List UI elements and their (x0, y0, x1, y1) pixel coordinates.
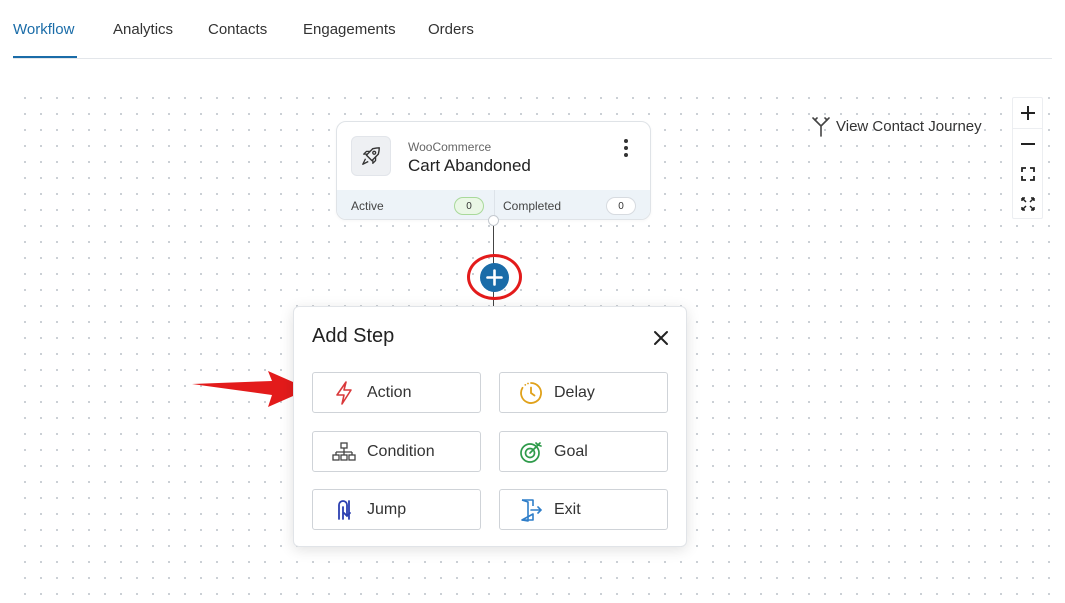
rocket-icon (362, 147, 380, 165)
tab-engagements[interactable]: Engagements (303, 21, 396, 38)
step-option-condition[interactable]: Condition (312, 431, 481, 472)
step-option-label: Exit (554, 501, 581, 518)
popup-title: Add Step (312, 325, 395, 347)
view-contact-journey-label: View Contact Journey (836, 117, 982, 135)
tab-analytics[interactable]: Analytics (113, 21, 173, 38)
journey-branch-icon (812, 117, 830, 137)
trigger-card[interactable]: WooCommerce Cart Abandoned Active 0 Comp… (336, 121, 651, 220)
expand-icon (1020, 197, 1035, 211)
step-option-label: Jump (367, 501, 407, 518)
step-option-delay[interactable]: Delay (499, 372, 668, 413)
step-option-action[interactable]: Action (312, 372, 481, 413)
zoom-controls (1012, 97, 1043, 219)
trigger-title: Cart Abandoned (408, 156, 531, 175)
step-option-label: Condition (367, 443, 435, 460)
step-option-label: Delay (554, 384, 595, 401)
plus-icon (1020, 106, 1035, 120)
annotation-arrow-icon (192, 371, 309, 407)
add-step-popup: Add Step Action Delay Condition Goal Jum… (293, 306, 687, 547)
completed-label: Completed (503, 199, 562, 213)
connector-handle[interactable] (488, 215, 499, 226)
view-contact-journey-link[interactable]: View Contact Journey (812, 115, 982, 137)
step-option-goal[interactable]: Goal (499, 431, 668, 472)
clock-icon (519, 381, 543, 405)
trigger-icon-box (351, 136, 391, 176)
jump-icon (332, 498, 356, 522)
tab-bar: Workflow Analytics Contacts Engagements … (13, 0, 1052, 59)
tab-orders[interactable]: Orders (428, 21, 474, 38)
step-option-exit[interactable]: Exit (499, 489, 668, 530)
step-option-label: Goal (554, 443, 588, 460)
lightning-icon (332, 381, 356, 405)
hierarchy-icon (332, 440, 356, 464)
plus-icon (486, 269, 503, 286)
step-option-label: Action (367, 384, 412, 401)
trigger-source: WooCommerce (408, 140, 492, 154)
target-icon (519, 440, 543, 464)
active-tab-indicator (13, 56, 77, 58)
trigger-menu-icon[interactable] (617, 138, 635, 158)
exit-door-icon (519, 498, 543, 522)
tab-workflow[interactable]: Workflow (13, 21, 74, 38)
completed-count-badge: 0 (606, 197, 636, 215)
add-step-button[interactable] (480, 263, 509, 292)
zoom-out-button[interactable] (1013, 129, 1042, 159)
fit-screen-button[interactable] (1013, 159, 1042, 189)
zoom-in-button[interactable] (1013, 98, 1042, 128)
tab-contacts[interactable]: Contacts (208, 21, 267, 38)
active-count-badge: 0 (454, 197, 484, 215)
active-label: Active (351, 199, 384, 213)
fit-screen-icon (1020, 167, 1035, 181)
close-icon[interactable] (652, 329, 670, 347)
step-option-jump[interactable]: Jump (312, 489, 481, 530)
minus-icon (1020, 143, 1035, 145)
fullscreen-button[interactable] (1013, 189, 1042, 219)
